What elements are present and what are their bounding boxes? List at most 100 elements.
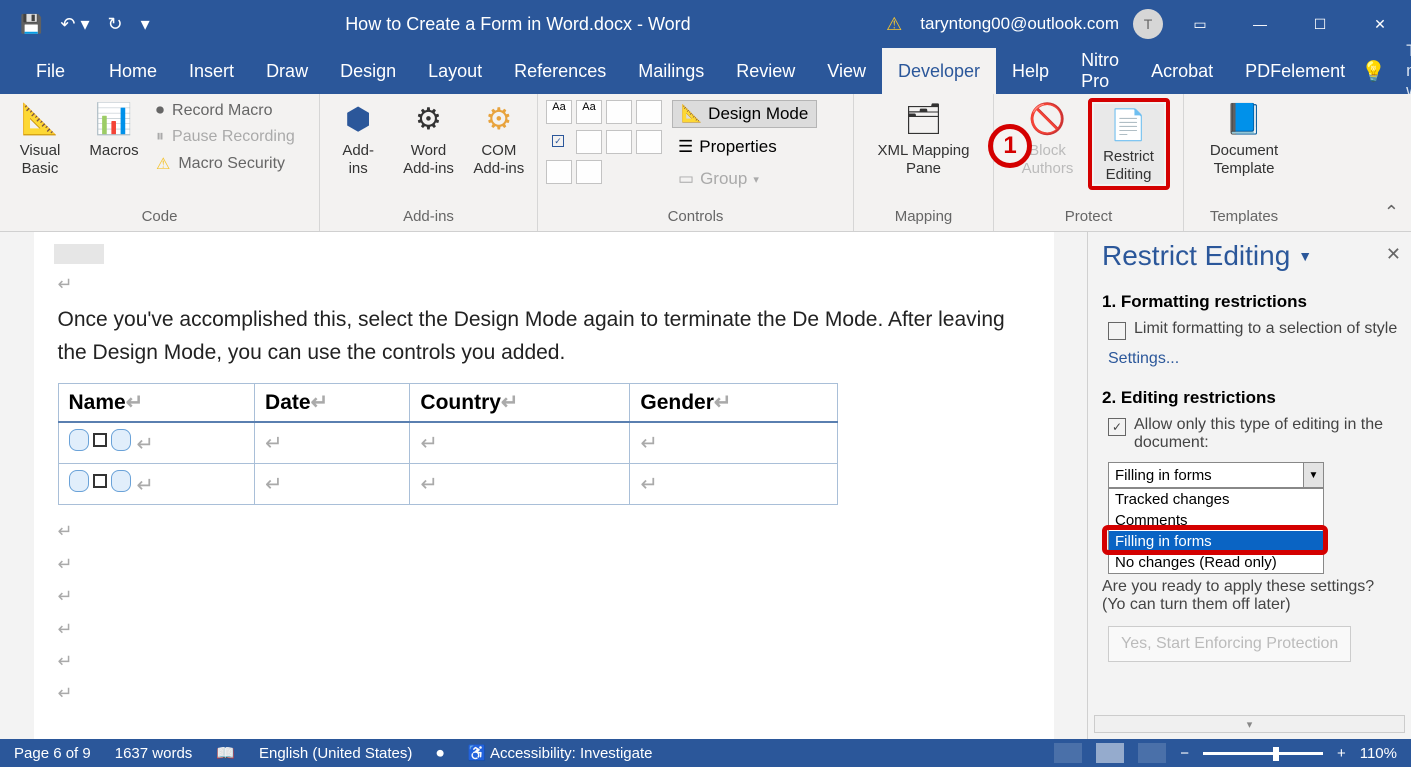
repeating-control-icon[interactable] [546,160,572,184]
paragraph-mark: ↵ [58,548,1030,580]
legacy-tools-icon[interactable] [576,160,602,184]
table-row: ↵ ↵↵↵ [58,464,837,505]
tab-acrobat[interactable]: Acrobat [1135,48,1229,94]
group-label-templates: Templates [1192,204,1296,231]
group-button[interactable]: ▭Group▾ [672,166,817,192]
content-control[interactable] [69,429,131,451]
minimize-button[interactable]: — [1237,0,1283,48]
tab-developer[interactable]: Developer [882,48,996,94]
restrict-editing-highlight: 📄Restrict Editing [1088,98,1170,190]
macros-button[interactable]: 📊Macros [82,98,146,160]
undo-icon[interactable]: ↶ ▾ [60,14,89,35]
header-stub [54,244,104,264]
body-paragraph: Once you've accomplished this, select th… [58,304,1030,369]
limit-formatting-checkbox[interactable]: Limit formatting to a selection of style [1108,320,1401,340]
pane-close-button[interactable]: ✕ [1386,244,1401,265]
date-control-icon[interactable] [636,130,662,154]
read-mode-button[interactable] [1054,743,1082,763]
content-control[interactable] [69,470,131,492]
group-label-protect: Protect [1002,204,1175,231]
document-area[interactable]: ↵ Once you've accomplished this, select … [0,232,1087,739]
paragraph-mark: ↵ [58,645,1030,677]
tab-file[interactable]: File [20,48,93,94]
pane-horizontal-scrollbar[interactable]: ▾ [1094,715,1405,733]
combobox-control-icon[interactable] [576,130,602,154]
lightbulb-icon[interactable]: 💡 [1361,59,1386,84]
redo-icon[interactable]: ↻ [108,14,123,35]
addins-button[interactable]: ⬢Add- ins [328,98,388,178]
word-addins-button[interactable]: ⚙Word Add-ins [398,98,458,178]
close-button[interactable]: ✕ [1357,0,1403,48]
ribbon-tabs: File HomeInsertDrawDesignLayoutReference… [0,48,1411,94]
word-count[interactable]: 1637 words [115,745,193,762]
xml-mapping-button[interactable]: 🗂XML Mapping Pane [864,98,984,178]
tab-home[interactable]: Home [93,48,173,94]
print-layout-button[interactable] [1096,743,1124,763]
checkbox-control-icon[interactable]: ✓ [546,130,570,152]
macro-status-icon[interactable]: ⏺ [436,745,444,762]
plaintext-control-icon[interactable]: Aa [576,100,602,124]
richtext-control-icon[interactable]: Aa [546,100,572,124]
save-icon[interactable]: 💾 [20,14,42,35]
tell-me-input[interactable]: Tell me w [1406,41,1411,101]
tab-draw[interactable]: Draw [250,48,324,94]
tab-insert[interactable]: Insert [173,48,250,94]
tab-review[interactable]: Review [720,48,811,94]
maximize-button[interactable]: ☐ [1297,0,1343,48]
checkbox-icon[interactable] [1108,322,1126,340]
start-enforcing-button[interactable]: Yes, Start Enforcing Protection [1108,626,1351,662]
restrict-editing-button[interactable]: 📄Restrict Editing [1094,104,1164,184]
collapse-ribbon-icon[interactable]: ⌃ [1384,202,1399,223]
picture-control-icon[interactable] [606,100,632,124]
editing-type-select[interactable]: Filling in forms ▼ [1108,462,1324,488]
tab-view[interactable]: View [811,48,882,94]
option-no-changes[interactable]: No changes (Read only) [1109,552,1323,573]
document-shell: ↵ Once you've accomplished this, select … [0,232,1411,739]
option-tracked-changes[interactable]: Tracked changes [1109,489,1323,510]
qa-dropdown-icon[interactable]: ▾ [141,14,150,35]
tab-pdfelement[interactable]: PDFelement [1229,48,1361,94]
dropdown-control-icon[interactable] [606,130,632,154]
tab-nitro-pro[interactable]: Nitro Pro [1065,48,1135,94]
tab-design[interactable]: Design [324,48,412,94]
allow-editing-checkbox[interactable]: ✓ Allow only this type of editing in the… [1108,416,1401,452]
page-indicator[interactable]: Page 6 of 9 [14,745,91,762]
pause-recording-button: ⏸Pause Recording [156,128,295,146]
properties-button[interactable]: ☰Properties [672,134,817,160]
design-mode-toggle[interactable]: 📐Design Mode [672,100,817,128]
control-gallery[interactable]: Aa Aa [546,100,662,124]
table-header-row: Name↵ Date↵ Country↵ Gender↵ [58,384,837,423]
zoom-slider[interactable] [1203,752,1323,755]
pane-options-dropdown[interactable]: ▼ [1298,248,1312,264]
ribbon-options-icon[interactable]: ▭ [1177,0,1223,48]
settings-link[interactable]: Settings... [1108,350,1179,368]
tab-references[interactable]: References [498,48,622,94]
pane-title: Restrict Editing▼ [1102,240,1401,272]
zoom-out-button[interactable]: − [1180,745,1189,762]
warning-icon: ⚠ [886,14,902,35]
spell-check-icon[interactable]: 📖 [216,744,235,762]
restrict-editing-pane: Restrict Editing▼ ✕ 1. Formatting restri… [1087,232,1411,739]
annotation-1: 1 [988,124,1032,168]
th-gender: Gender↵ [630,384,837,423]
tab-mailings[interactable]: Mailings [622,48,720,94]
buildingblock-control-icon[interactable] [636,100,662,124]
web-layout-button[interactable] [1138,743,1166,763]
language-indicator[interactable]: English (United States) [259,745,412,762]
zoom-in-button[interactable]: + [1337,745,1346,762]
macro-security-button[interactable]: ⚠Macro Security [156,154,295,174]
chevron-down-icon[interactable]: ▼ [1303,463,1323,487]
tab-layout[interactable]: Layout [412,48,498,94]
visual-basic-button[interactable]: 📐Visual Basic [8,98,72,178]
checkbox-icon[interactable]: ✓ [1108,418,1126,436]
tab-help[interactable]: Help [996,48,1065,94]
avatar[interactable]: T [1133,9,1163,39]
paragraph-mark: ↵ [58,613,1030,645]
user-email[interactable]: taryntong00@outlook.com [920,14,1119,34]
zoom-level[interactable]: 110% [1360,745,1397,762]
title-bar: 💾 ↶ ▾ ↻ ▾ How to Create a Form in Word.d… [0,0,1411,48]
record-macro-button[interactable]: ⏺Record Macro [156,102,295,120]
com-addins-button[interactable]: ⚙COM Add-ins [469,98,529,178]
document-template-button[interactable]: 📘Document Template [1194,98,1294,178]
accessibility-status[interactable]: ♿ Accessibility: Investigate [468,744,653,762]
